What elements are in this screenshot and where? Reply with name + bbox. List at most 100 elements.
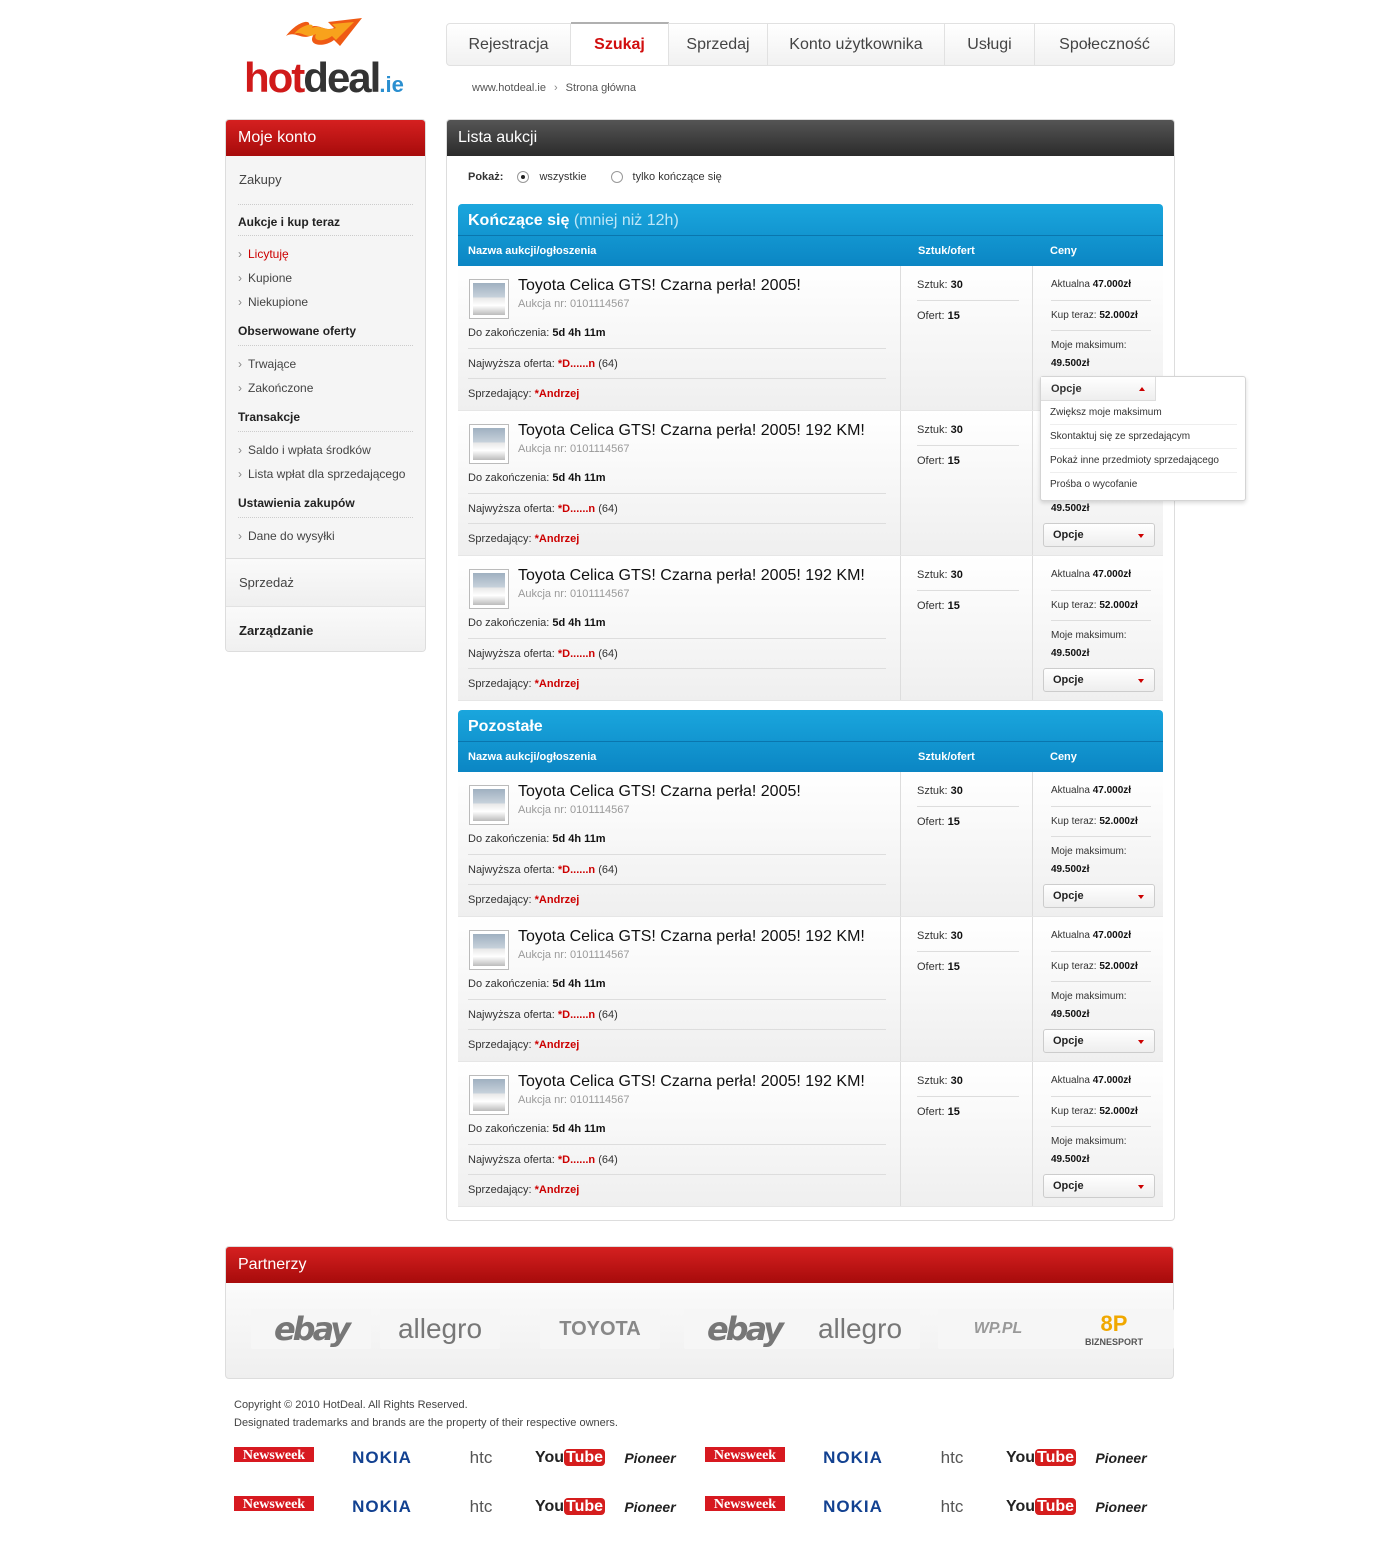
radio-all-label[interactable]: wszystkie xyxy=(539,171,586,183)
radio-all[interactable] xyxy=(517,171,530,183)
partner-ebay-logo[interactable]: ebay xyxy=(684,1309,804,1349)
pioneer-logo[interactable]: Pioneer xyxy=(610,1447,690,1469)
radio-ending[interactable] xyxy=(610,171,623,183)
logo[interactable]: hotdeal.ie xyxy=(244,12,414,100)
auction-thumbnail[interactable] xyxy=(469,424,509,464)
sidebar-item-zakonczone[interactable]: Zakończone xyxy=(238,376,413,400)
nokia-logo[interactable]: NOKIA xyxy=(342,1447,422,1469)
bidder-link[interactable]: *D......n xyxy=(558,1009,595,1021)
pioneer-logo[interactable]: Pioneer xyxy=(610,1496,690,1518)
tab-sprzedaj[interactable]: Sprzedaj xyxy=(669,24,768,65)
auction-thumbnail[interactable] xyxy=(469,930,509,970)
my-max: Moje maksimum:49.500zł xyxy=(1051,1126,1151,1169)
auction-highest-bid: Najwyższa oferta: *D......n (64) xyxy=(468,854,886,884)
option-withdraw-request[interactable]: Prośba o wycofanie xyxy=(1050,473,1237,497)
auction-highest-bid: Najwyższa oferta: *D......n (64) xyxy=(468,348,886,378)
bidder-link[interactable]: *D......n xyxy=(558,1154,595,1166)
auction-title[interactable]: Toyota Celica GTS! Czarna perła! 2005! 1… xyxy=(518,567,865,585)
auction-title[interactable]: Toyota Celica GTS! Czarna perła! 2005! 1… xyxy=(518,928,865,946)
partner-biznesport-logo[interactable]: 8P BIZNESPORT xyxy=(1054,1309,1174,1349)
auction-ends: Do zakończenia: 5d 4h 11m xyxy=(468,1123,606,1135)
pieces: Sztuk: 30 xyxy=(917,930,963,942)
partners-panel: Partnerzy ebay allegro TOYOTA ebay alleg… xyxy=(225,1246,1174,1379)
newsweek-logo[interactable]: Newsweek xyxy=(705,1447,785,1465)
auction-title[interactable]: Toyota Celica GTS! Czarna perła! 2005! 1… xyxy=(518,1073,865,1091)
options-button[interactable]: Opcje xyxy=(1043,884,1155,908)
bidder-link[interactable]: *D......n xyxy=(558,503,595,515)
htc-logo[interactable]: htc xyxy=(441,1496,521,1518)
nokia-logo[interactable]: NOKIA xyxy=(813,1447,893,1469)
tab-spolecznosc[interactable]: Społeczność xyxy=(1035,24,1174,65)
seller-link[interactable]: *Andrzej xyxy=(535,894,580,906)
partner-allegro-logo[interactable]: allegro xyxy=(380,1309,500,1349)
auction-thumbnail[interactable] xyxy=(469,569,509,609)
seller-link[interactable]: *Andrzej xyxy=(535,1184,580,1196)
sidebar-item-niekupione[interactable]: Niekupione xyxy=(238,290,413,314)
my-max: Moje maksimum:49.500zł xyxy=(1051,330,1151,373)
radio-ending-label[interactable]: tylko kończące się xyxy=(633,171,722,183)
auction-title[interactable]: Toyota Celica GTS! Czarna perła! 2005! xyxy=(518,783,801,801)
sidebar-group-obserwowane[interactable]: Obserwowane oferty xyxy=(238,314,413,346)
auction-thumbnail[interactable] xyxy=(469,785,509,825)
options-dropdown-toggle[interactable]: Opcje xyxy=(1041,377,1156,401)
partner-allegro-logo[interactable]: allegro xyxy=(800,1309,920,1349)
sidebar-item-saldo[interactable]: Saldo i wpłata środków xyxy=(238,438,413,462)
auction-seller: Sprzedający: *Andrzej xyxy=(468,378,886,408)
htc-logo[interactable]: htc xyxy=(912,1496,992,1518)
seller-link[interactable]: *Andrzej xyxy=(535,1039,580,1051)
tab-konto-uzytkownika[interactable]: Konto użytkownika xyxy=(768,24,945,65)
youtube-logo[interactable]: You Tube xyxy=(1001,1447,1081,1469)
sidebar-item-dane-do-wysylki[interactable]: Dane do wysyłki xyxy=(238,524,413,548)
options-button[interactable]: Opcje xyxy=(1043,1174,1155,1198)
youtube-logo[interactable]: You Tube xyxy=(1001,1496,1081,1518)
tab-rejestracja[interactable]: Rejestracja xyxy=(447,24,571,65)
auction-thumbnail[interactable] xyxy=(469,279,509,319)
htc-logo[interactable]: htc xyxy=(441,1447,521,1469)
partner-toyota-logo[interactable]: TOYOTA xyxy=(540,1309,660,1349)
pioneer-logo[interactable]: Pioneer xyxy=(1081,1447,1161,1469)
partner-ebay-logo[interactable]: ebay xyxy=(251,1309,371,1349)
show-filter: Pokaż: wszystkie tylko kończące się xyxy=(468,171,722,183)
nokia-logo[interactable]: NOKIA xyxy=(342,1496,422,1518)
newsweek-logo[interactable]: Newsweek xyxy=(234,1447,314,1465)
partner-wp-logo[interactable]: WP.PL xyxy=(938,1309,1058,1349)
option-seller-items[interactable]: Pokaż inne przedmioty sprzedającego xyxy=(1050,449,1237,473)
pioneer-logo[interactable]: Pioneer xyxy=(1081,1496,1161,1518)
tab-uslugi[interactable]: Usługi xyxy=(945,24,1035,65)
newsweek-logo[interactable]: Newsweek xyxy=(234,1496,314,1514)
options-button[interactable]: Opcje xyxy=(1043,1029,1155,1053)
sidebar-group-transakcje[interactable]: Transakcje xyxy=(238,400,413,432)
youtube-logo[interactable]: You Tube xyxy=(530,1447,610,1469)
chevron-down-icon xyxy=(1138,534,1144,538)
options-button[interactable]: Opcje xyxy=(1043,668,1155,692)
sidebar-item-trwajace[interactable]: Trwające xyxy=(238,352,413,376)
seller-link[interactable]: *Andrzej xyxy=(535,533,580,545)
sidebar-group-aukcje[interactable]: Aukcje i kup teraz xyxy=(238,204,413,236)
sidebar-item-licytuje[interactable]: Licytuję xyxy=(238,242,413,266)
breadcrumb: www.hotdeal.ie › Strona główna xyxy=(472,82,636,94)
sidebar-item-sprzedaz[interactable]: Sprzedaż xyxy=(226,559,425,607)
bidder-link[interactable]: *D......n xyxy=(558,864,595,876)
bidder-link[interactable]: *D......n xyxy=(558,358,595,370)
bidder-link[interactable]: *D......n xyxy=(558,648,595,660)
sidebar-item-zakupy[interactable]: Zakupy xyxy=(226,156,425,204)
sidebar-item-lista-wplat[interactable]: Lista wpłat dla sprzedającego xyxy=(238,462,413,486)
auction-title[interactable]: Toyota Celica GTS! Czarna perła! 2005! 1… xyxy=(518,422,865,440)
htc-logo[interactable]: htc xyxy=(912,1447,992,1469)
option-raise-max[interactable]: Zwiększ moje maksimum xyxy=(1050,401,1237,425)
auction-title[interactable]: Toyota Celica GTS! Czarna perła! 2005! xyxy=(518,277,801,295)
sidebar-item-zarzadzanie[interactable]: Zarządzanie xyxy=(226,607,425,651)
youtube-logo[interactable]: You Tube xyxy=(530,1496,610,1518)
sidebar-item-kupione[interactable]: Kupione xyxy=(238,266,413,290)
seller-link[interactable]: *Andrzej xyxy=(535,388,580,400)
tab-szukaj[interactable]: Szukaj xyxy=(571,22,669,65)
auction-info: Toyota Celica GTS! Czarna perła! 2005! 1… xyxy=(458,917,901,1061)
options-button[interactable]: Opcje xyxy=(1043,523,1155,547)
nokia-logo[interactable]: NOKIA xyxy=(813,1496,893,1518)
auction-thumbnail[interactable] xyxy=(469,1075,509,1115)
seller-link[interactable]: *Andrzej xyxy=(535,678,580,690)
newsweek-logo[interactable]: Newsweek xyxy=(705,1496,785,1514)
sidebar-group-ustawienia[interactable]: Ustawienia zakupów xyxy=(238,486,413,518)
breadcrumb-home[interactable]: www.hotdeal.ie xyxy=(472,82,546,94)
option-contact-seller[interactable]: Skontaktuj się ze sprzedającym xyxy=(1050,425,1237,449)
